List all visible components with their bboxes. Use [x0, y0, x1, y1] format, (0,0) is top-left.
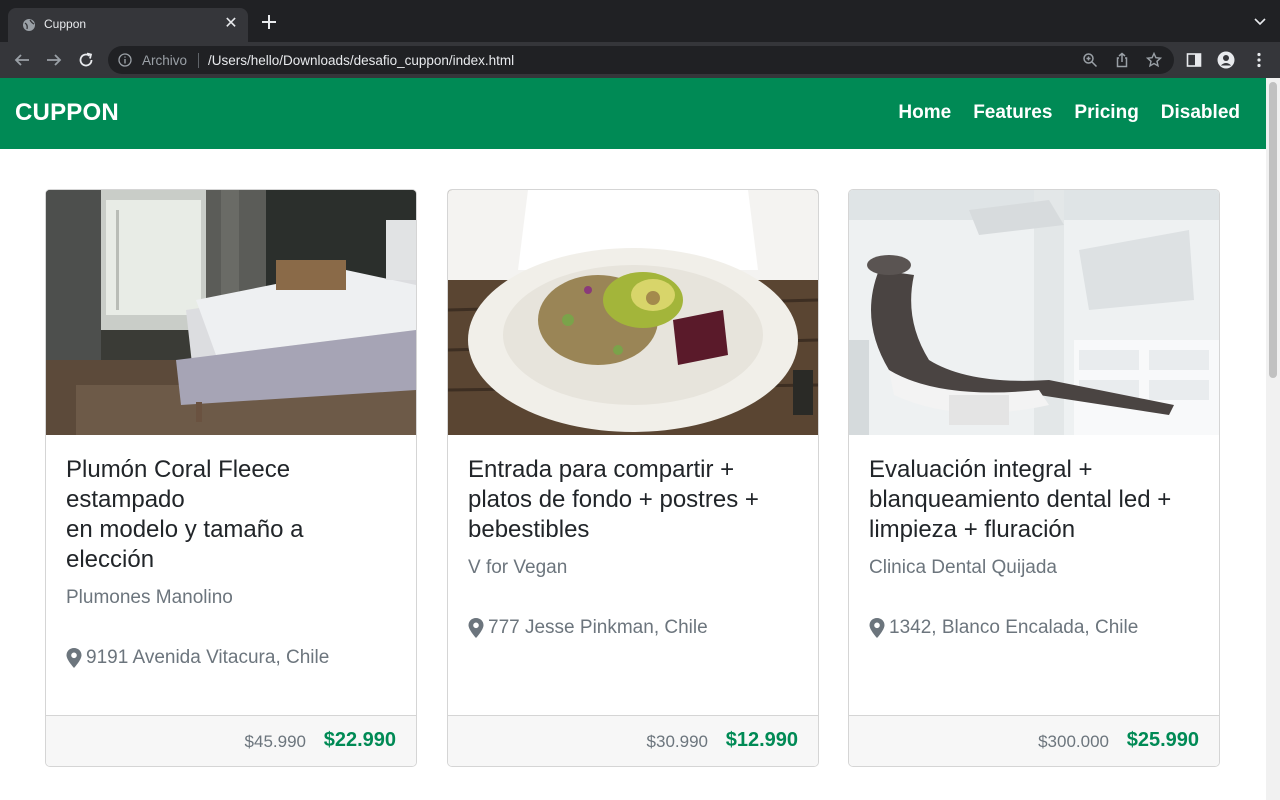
url-text[interactable]: /Users/hello/Downloads/desafio_cuppon/in…	[208, 53, 514, 68]
location-text: 1342, Blanco Encalada, Chile	[889, 617, 1139, 638]
profile-icon[interactable]	[1217, 51, 1235, 69]
location: 9191 Avenida Vitacura, Chile	[66, 647, 396, 669]
new-price: $25.990	[1126, 729, 1199, 751]
location: 777 Jesse Pinkman, Chile	[468, 617, 798, 639]
map-pin-icon	[869, 618, 885, 638]
new-price: $22.990	[323, 729, 396, 751]
card-title[interactable]: Evaluación integral + blanqueamiento den…	[869, 455, 1199, 545]
dental-chair-photo	[849, 190, 1219, 435]
deal-card[interactable]: Entrada para compartir + platos de fondo…	[447, 189, 819, 767]
old-price: $45.990	[244, 732, 306, 751]
info-icon[interactable]	[118, 53, 132, 67]
tab-title: Cuppon	[44, 17, 87, 31]
map-pin-icon	[66, 648, 82, 668]
location: 1342, Blanco Encalada, Chile	[869, 617, 1199, 639]
card-body: Evaluación integral + blanqueamiento den…	[869, 455, 1199, 639]
forward-icon[interactable]	[45, 51, 63, 69]
close-tab-icon[interactable]: ✕	[222, 15, 240, 33]
deal-image-salad	[448, 190, 818, 435]
card-body: Entrada para compartir + platos de fondo…	[468, 455, 798, 639]
bedroom-photo	[46, 190, 416, 435]
new-tab-icon[interactable]	[260, 13, 278, 31]
new-price: $12.990	[725, 729, 798, 751]
deal-image-dental	[849, 190, 1219, 435]
deal-card[interactable]: Evaluación integral + blanqueamiento den…	[848, 189, 1220, 767]
scrollbar-thumb[interactable]	[1269, 82, 1277, 378]
nav-link-disabled[interactable]: Disabled	[1161, 102, 1240, 124]
map-pin-icon	[468, 618, 484, 638]
nav-links: Home Features Pricing Disabled	[898, 102, 1240, 124]
chevron-down-icon[interactable]	[1254, 16, 1266, 28]
browser-tab-bar: Cuppon ✕	[0, 0, 1280, 42]
deal-image-bedroom	[46, 190, 416, 435]
brand-logo[interactable]: CUPPON	[15, 99, 119, 127]
nav-link-features[interactable]: Features	[973, 102, 1052, 124]
salad-photo	[448, 190, 818, 435]
card-title[interactable]: Plumón Coral Fleece estampado en modelo …	[66, 455, 396, 575]
location-text: 9191 Avenida Vitacura, Chile	[86, 647, 330, 668]
reload-icon[interactable]	[77, 51, 95, 69]
card-footer: $30.990 $12.990	[448, 715, 818, 766]
nav-link-pricing[interactable]: Pricing	[1074, 102, 1138, 124]
nav-link-home[interactable]: Home	[898, 102, 951, 124]
share-icon[interactable]	[1114, 52, 1130, 68]
card-footer: $45.990 $22.990	[46, 715, 416, 766]
url-separator	[198, 53, 199, 68]
old-price: $30.990	[646, 732, 708, 751]
old-price: $300.000	[1038, 732, 1109, 751]
browser-toolbar: Archivo /Users/hello/Downloads/desafio_c…	[0, 42, 1280, 78]
address-bar[interactable]: Archivo /Users/hello/Downloads/desafio_c…	[108, 46, 1174, 74]
side-panel-icon[interactable]	[1185, 51, 1203, 69]
zoom-icon[interactable]	[1082, 52, 1098, 68]
browser-tab[interactable]: Cuppon ✕	[8, 8, 248, 42]
page-viewport: CUPPON Home Features Pricing Disabled Pl…	[0, 78, 1266, 800]
back-icon[interactable]	[13, 51, 31, 69]
card-body: Plumón Coral Fleece estampado en modelo …	[66, 455, 396, 669]
star-icon[interactable]	[1146, 52, 1162, 68]
site-navbar: CUPPON Home Features Pricing Disabled	[0, 78, 1266, 149]
merchant-name: V for Vegan	[468, 557, 568, 578]
merchant-name: Clinica Dental Quijada	[869, 557, 1057, 578]
merchant-name: Plumones Manolino	[66, 587, 233, 608]
location-text: 777 Jesse Pinkman, Chile	[488, 617, 708, 638]
deal-card[interactable]: Plumón Coral Fleece estampado en modelo …	[45, 189, 417, 767]
card-title[interactable]: Entrada para compartir + platos de fondo…	[468, 455, 798, 545]
menu-icon[interactable]	[1250, 51, 1268, 69]
card-footer: $300.000 $25.990	[849, 715, 1219, 766]
url-scheme: Archivo	[142, 53, 188, 68]
globe-icon	[23, 19, 35, 31]
